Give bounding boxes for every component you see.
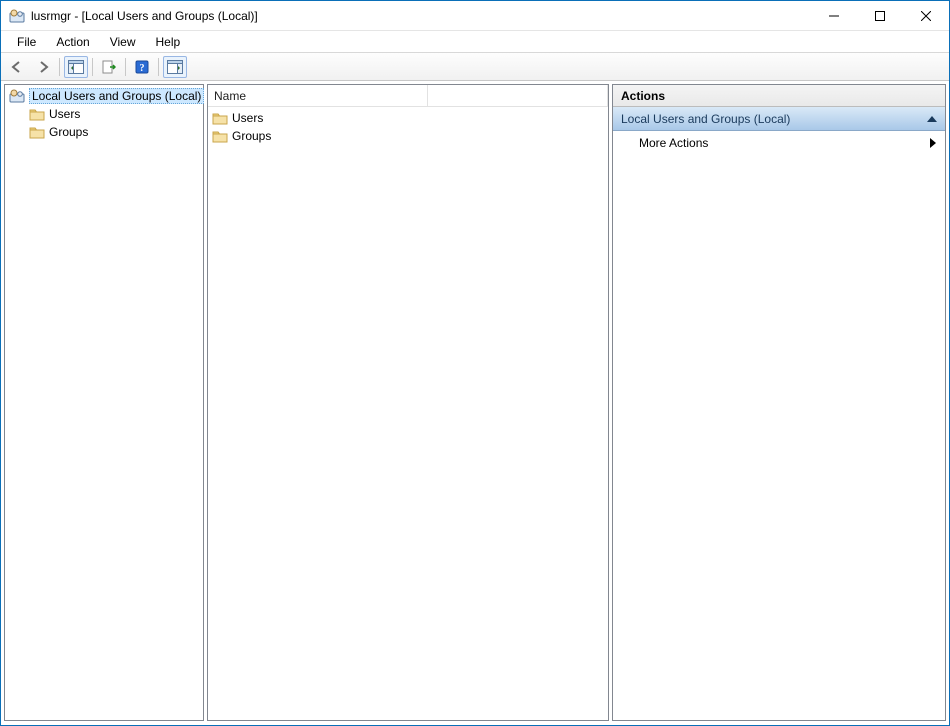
titlebar: lusrmgr - [Local Users and Groups (Local… [1,1,949,31]
list-item-label: Groups [232,129,271,143]
actions-section-head[interactable]: Local Users and Groups (Local) [613,107,945,131]
svg-text:?: ? [140,63,145,74]
folder-icon [29,125,45,139]
window-title: lusrmgr - [Local Users and Groups (Local… [31,9,258,23]
nav-back-button[interactable] [5,56,29,78]
folder-icon [29,107,45,121]
submenu-arrow-icon [929,138,937,148]
content-area: Local Users and Groups (Local) Users Gro… [1,81,949,725]
tree-item-label: Groups [49,125,88,139]
list-header: Name [208,85,608,107]
toolbar-separator [92,58,93,76]
toolbar-separator [59,58,60,76]
menu-help[interactable]: Help [146,33,191,51]
tree-item-groups[interactable]: Groups [7,123,201,141]
toolbar-separator [158,58,159,76]
actions-pane: Actions Local Users and Groups (Local) M… [612,84,946,721]
folder-icon [212,129,228,143]
close-button[interactable] [903,1,949,30]
users-groups-icon [9,88,25,104]
list-item-users[interactable]: Users [208,109,608,127]
toggle-tree-button[interactable] [64,56,88,78]
actions-more-label: More Actions [639,136,708,150]
toggle-actions-button[interactable] [163,56,187,78]
actions-section-label: Local Users and Groups (Local) [621,112,790,126]
menu-file[interactable]: File [7,33,46,51]
tree-item-users[interactable]: Users [7,105,201,123]
folder-icon [212,111,228,125]
list-item-label: Users [232,111,263,125]
actions-header: Actions [613,85,945,107]
nav-forward-button[interactable] [31,56,55,78]
menu-view[interactable]: View [100,33,146,51]
minimize-button[interactable] [811,1,857,30]
tree-root-label: Local Users and Groups (Local) [29,88,204,104]
list-pane: Name Users Groups [207,84,609,721]
list-item-groups[interactable]: Groups [208,127,608,145]
actions-more[interactable]: More Actions [613,131,945,155]
tree-item-label: Users [49,107,80,121]
toolbar-separator [125,58,126,76]
toolbar: ? [1,53,949,81]
window-controls [811,1,949,30]
tree-pane: Local Users and Groups (Local) Users Gro… [4,84,204,721]
collapse-up-icon [927,115,937,123]
menubar: File Action View Help [1,31,949,53]
export-list-button[interactable] [97,56,121,78]
menu-action[interactable]: Action [46,33,99,51]
column-spacer [428,85,608,106]
column-name[interactable]: Name [208,85,428,106]
help-button[interactable]: ? [130,56,154,78]
maximize-button[interactable] [857,1,903,30]
app-icon [9,8,25,24]
window: lusrmgr - [Local Users and Groups (Local… [0,0,950,726]
tree-root[interactable]: Local Users and Groups (Local) [7,87,201,105]
tree: Local Users and Groups (Local) Users Gro… [5,85,203,143]
list-body: Users Groups [208,107,608,720]
